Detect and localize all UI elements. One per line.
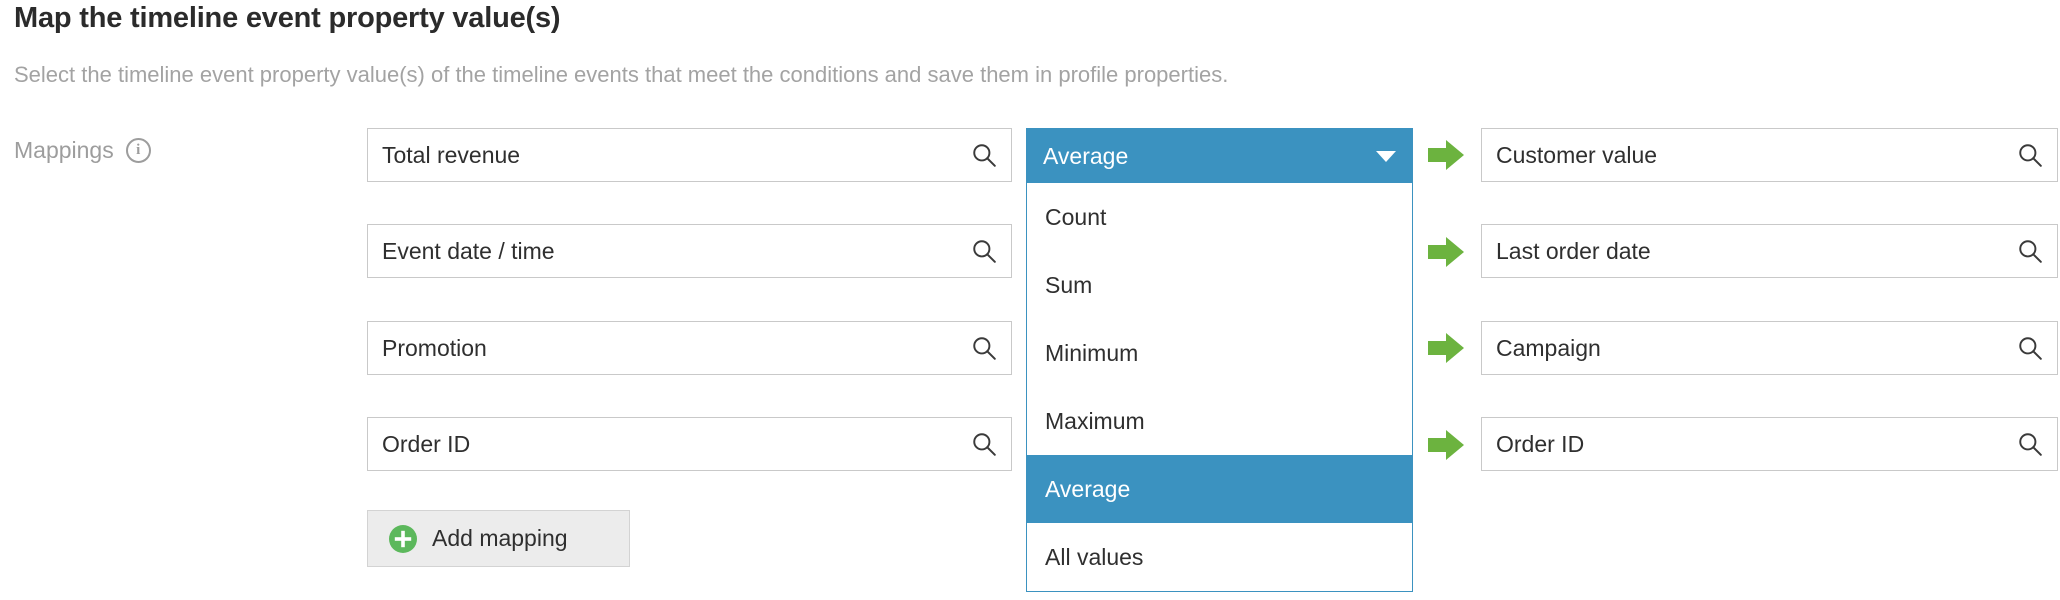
mapping-target-field-2[interactable]: Campaign (1481, 321, 2058, 375)
map-timeline-event-property-panel: Map the timeline event property value(s)… (0, 0, 2060, 600)
mapping-source-field-0[interactable]: Total revenue (367, 128, 1012, 182)
chevron-down-icon[interactable] (1376, 150, 1396, 162)
aggregation-dropdown-selected-value: Average (1043, 142, 1129, 169)
search-icon[interactable] (2017, 238, 2043, 264)
search-icon[interactable] (2017, 142, 2043, 168)
mapping-target-field-3[interactable]: Order ID (1481, 417, 2058, 471)
search-icon[interactable] (2017, 335, 2043, 361)
mapping-target-field-1[interactable]: Last order date (1481, 224, 2058, 278)
dropdown-option-all-values[interactable]: All values (1027, 523, 1412, 591)
mapping-source-field-2[interactable]: Promotion (367, 321, 1012, 375)
green-arrow-icon (1428, 430, 1464, 460)
aggregation-dropdown[interactable]: Average Count Sum Minimum Maximum Averag… (1026, 128, 1413, 592)
add-mapping-label: Add mapping (432, 525, 568, 551)
mapping-source-value-2: Promotion (382, 334, 487, 361)
add-mapping-button[interactable]: Add mapping (367, 510, 630, 567)
search-icon[interactable] (971, 335, 997, 361)
dropdown-option-count[interactable]: Count (1027, 183, 1412, 251)
green-arrow-icon (1428, 333, 1464, 363)
search-icon[interactable] (971, 142, 997, 168)
mapping-source-field-1[interactable]: Event date / time (367, 224, 1012, 278)
mapping-source-value-0: Total revenue (382, 141, 521, 168)
aggregation-dropdown-header[interactable]: Average (1027, 129, 1412, 183)
mapping-source-field-3[interactable]: Order ID (367, 417, 1012, 471)
mapping-target-value-3: Order ID (1496, 430, 1585, 457)
green-arrow-icon (1428, 237, 1464, 267)
mapping-target-value-1: Last order date (1496, 237, 1651, 264)
mapping-target-field-0[interactable]: Customer value (1481, 128, 2058, 182)
search-icon[interactable] (971, 238, 997, 264)
mapping-target-value-2: Campaign (1496, 334, 1601, 361)
green-arrow-icon (1428, 140, 1464, 170)
dropdown-option-sum[interactable]: Sum (1027, 251, 1412, 319)
mapping-source-value-3: Order ID (382, 430, 471, 457)
search-icon[interactable] (971, 431, 997, 457)
aggregation-dropdown-list: Count Sum Minimum Maximum Average All va… (1027, 183, 1412, 591)
plus-circle-icon (389, 524, 417, 553)
dropdown-option-average[interactable]: Average (1027, 455, 1412, 523)
dropdown-option-maximum[interactable]: Maximum (1027, 387, 1412, 455)
mapping-source-value-1: Event date / time (382, 237, 555, 264)
dropdown-option-minimum[interactable]: Minimum (1027, 319, 1412, 387)
mapping-target-value-0: Customer value (1496, 141, 1658, 168)
search-icon[interactable] (2017, 431, 2043, 457)
